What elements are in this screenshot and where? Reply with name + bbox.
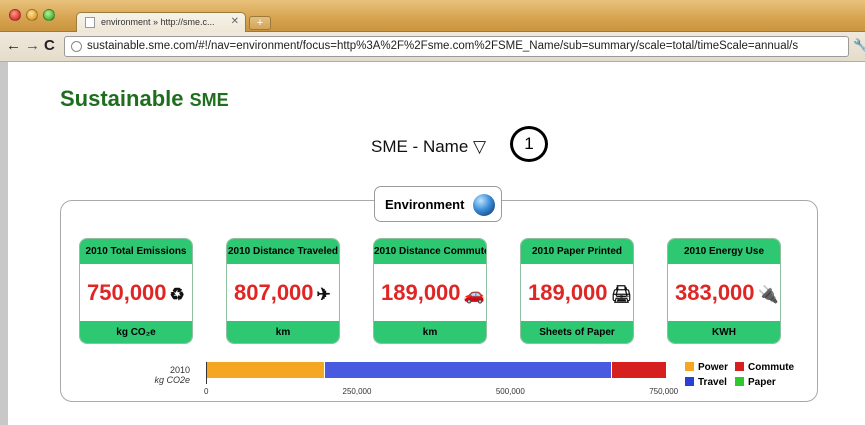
- site-info-icon[interactable]: [71, 41, 82, 52]
- chart-category-label: 2010 kg CO2e: [140, 365, 190, 385]
- metric-card[interactable]: 2010 Distance Commuted 189,000 🚗 km: [373, 238, 487, 344]
- metric-card[interactable]: 2010 Distance Traveled 807,000 ✈ km: [226, 238, 340, 344]
- new-tab-button[interactable]: +: [249, 16, 271, 30]
- browser-toolbar: ← → C sustainable.sme.com/#!/nav=environ…: [0, 32, 865, 62]
- bar-segment-power[interactable]: [207, 362, 325, 378]
- forward-arrow-icon[interactable]: →: [25, 38, 40, 54]
- recycle-icon: ♻: [169, 285, 185, 304]
- printer-icon: 🖨: [610, 285, 633, 304]
- metric-card-unit: kg CO₂e: [80, 321, 192, 343]
- browser-tab[interactable]: environment » http://sme.c... ✕: [76, 12, 246, 32]
- metric-card[interactable]: 2010 Paper Printed 189,000 🖨 Sheets of Pape…: [520, 238, 634, 344]
- legend-swatch: [685, 362, 694, 371]
- x-tick-label: 750,000: [649, 387, 679, 396]
- environment-tab[interactable]: Environment: [374, 186, 502, 222]
- minimize-window-button[interactable]: [26, 9, 38, 21]
- zoom-window-button[interactable]: [43, 9, 55, 21]
- globe-icon: [473, 194, 495, 216]
- emissions-stacked-bar-chart: 0 250,000 500,000 750,000: [204, 362, 678, 396]
- x-tick-label: 500,000: [495, 387, 525, 396]
- reload-icon[interactable]: C: [44, 38, 55, 54]
- metric-card[interactable]: 2010 Energy Use 383,000 🔌 KWH: [667, 238, 781, 344]
- metric-card[interactable]: 2010 Total Emissions 750,000 ♻ kg CO₂e: [79, 238, 193, 344]
- legend-item-power[interactable]: Power: [685, 362, 728, 373]
- x-tick-label: 250,000: [342, 387, 372, 396]
- environment-tab-label: Environment: [385, 197, 465, 212]
- metric-value-text: 383,000: [675, 280, 755, 305]
- metric-value-text: 189,000: [381, 280, 461, 305]
- metric-card-unit: KWH: [668, 321, 780, 343]
- metric-card-title: 2010 Paper Printed: [521, 239, 633, 264]
- legend-swatch: [685, 377, 694, 386]
- metric-card-title: 2010 Energy Use: [668, 239, 780, 264]
- close-window-button[interactable]: [9, 9, 21, 21]
- sme-selector-dropdown[interactable]: SME - Name ▽: [371, 137, 486, 157]
- metric-card-title: 2010 Distance Commuted: [374, 239, 486, 264]
- legend-label: Paper: [748, 377, 776, 388]
- close-tab-icon[interactable]: ✕: [231, 16, 239, 27]
- legend-label: Commute: [748, 362, 795, 373]
- url-text: sustainable.sme.com/#!/nav=environment/f…: [87, 40, 799, 52]
- chart-unit-label: kg CO2e: [154, 375, 190, 385]
- legend-item-paper[interactable]: Paper: [735, 377, 776, 388]
- legend-label: Power: [698, 362, 729, 373]
- address-bar[interactable]: sustainable.sme.com/#!/nav=environment/f…: [64, 36, 849, 57]
- logo-main-text: Sustainable: [60, 86, 184, 111]
- chart-year-label: 2010: [169, 365, 190, 375]
- metric-card-value: 189,000 🖨: [521, 264, 633, 321]
- legend-item-commute[interactable]: Commute: [735, 362, 794, 373]
- legend-swatch: [735, 362, 744, 371]
- dropdown-triangle-icon: ▽: [473, 137, 487, 156]
- metric-value-text: 807,000: [234, 280, 314, 305]
- tab-title: environment » http://sme.c...: [101, 17, 215, 27]
- metric-value-text: 750,000: [87, 280, 167, 305]
- airplane-icon: ✈: [316, 285, 331, 304]
- metric-card-value: 807,000 ✈: [227, 264, 339, 321]
- metric-value-text: 189,000: [528, 280, 608, 305]
- sme-selector-label: SME - Name: [371, 137, 469, 156]
- tab-strip: environment » http://sme.c... ✕ +: [0, 0, 865, 32]
- callout-number-badge: 1: [510, 126, 548, 162]
- page-icon: [85, 17, 95, 28]
- wrench-menu-icon[interactable]: 🔧: [853, 38, 865, 52]
- logo-small-text: SME: [189, 90, 229, 110]
- metric-card-title: 2010 Distance Traveled: [227, 239, 339, 264]
- metric-card-title: 2010 Total Emissions: [80, 239, 192, 264]
- metric-card-unit: Sheets of Paper: [521, 321, 633, 343]
- bar-segment-commute[interactable]: [612, 362, 666, 378]
- site-logo[interactable]: Sustainable SME: [60, 86, 229, 112]
- metric-card-value: 750,000 ♻: [80, 264, 192, 321]
- car-icon: 🚗: [463, 285, 485, 304]
- back-arrow-icon[interactable]: ←: [6, 38, 21, 54]
- metric-card-unit: km: [374, 321, 486, 343]
- x-tick-label: 0: [204, 387, 209, 396]
- legend-label: Travel: [698, 377, 727, 388]
- legend-item-travel[interactable]: Travel: [685, 377, 727, 388]
- metric-card-value: 189,000 🚗: [374, 264, 486, 321]
- bar-segment-travel[interactable]: [325, 362, 612, 378]
- browser-window: environment » http://sme.c... ✕ + ← → C …: [0, 0, 865, 425]
- legend-swatch: [735, 377, 744, 386]
- plug-icon: 🔌: [757, 285, 779, 304]
- metric-card-value: 383,000 🔌: [668, 264, 780, 321]
- metric-card-unit: km: [227, 321, 339, 343]
